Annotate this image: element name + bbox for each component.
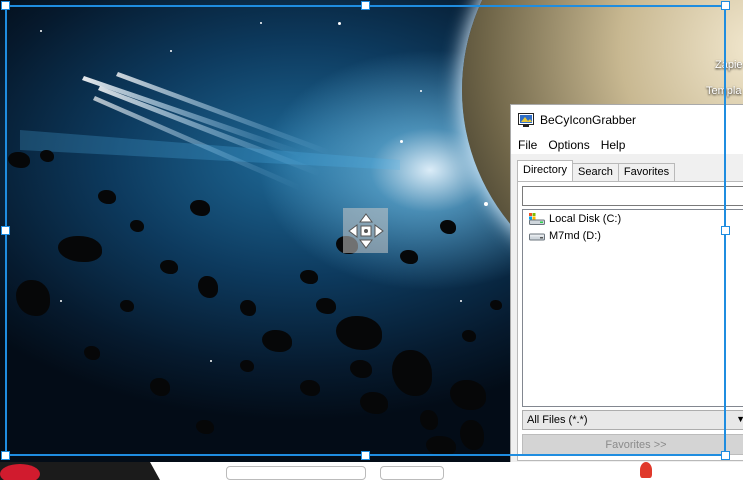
flame-icon[interactable]: [640, 462, 652, 478]
resize-handle-right[interactable]: [721, 226, 730, 235]
tab-directory[interactable]: Directory: [517, 160, 574, 181]
drive-icon: [529, 233, 545, 240]
resize-handle-top[interactable]: [361, 1, 370, 10]
tab-favorites[interactable]: Favorites: [617, 163, 676, 181]
tab-search[interactable]: Search: [572, 163, 619, 181]
resize-handle-top-left[interactable]: [1, 1, 10, 10]
move-arrows-icon: [347, 212, 384, 249]
resize-handle-bottom-right[interactable]: [721, 451, 730, 460]
becyicongrabber-window[interactable]: BeCyIconGrabber File Options Help Direct…: [510, 104, 743, 466]
file-type-filter[interactable]: All Files (*.*) ▼: [522, 410, 743, 430]
menu-bar: File Options Help: [511, 135, 743, 154]
move-handle[interactable]: [343, 208, 388, 253]
chevron-down-icon: ▼: [736, 414, 743, 424]
system-drive-icon: [529, 212, 545, 225]
taskbar: [0, 462, 743, 480]
tree-item-label: M7md (D:): [549, 229, 601, 242]
desktop-icon-label-line1: Zapie: [715, 59, 743, 71]
app-icon: [518, 113, 534, 127]
menu-options[interactable]: Options: [547, 138, 594, 152]
menu-help[interactable]: Help: [600, 138, 631, 152]
resize-handle-top-right[interactable]: [721, 1, 730, 10]
directory-panel: Local Disk (C:) M7md (D:) All Files (*.*…: [517, 181, 743, 461]
window-title: BeCyIconGrabber: [540, 113, 637, 127]
taskbar-field[interactable]: [226, 466, 366, 480]
tree-item-m7md-d[interactable]: M7md (D:): [523, 227, 743, 244]
record-button-icon[interactable]: [0, 464, 40, 480]
menu-file[interactable]: File: [517, 138, 542, 152]
desktop-icon-label-line2: Templa: [706, 85, 742, 97]
resize-handle-left[interactable]: [1, 226, 10, 235]
taskbar-field-small[interactable]: [380, 466, 444, 480]
resize-handle-bottom[interactable]: [361, 451, 370, 460]
desktop-icon-label[interactable]: Zapie Templa: [706, 46, 743, 111]
resize-handle-bottom-left[interactable]: [1, 451, 10, 460]
filter-value: All Files (*.*): [527, 414, 588, 426]
path-input[interactable]: [522, 186, 743, 206]
drive-tree[interactable]: Local Disk (C:) M7md (D:): [522, 209, 743, 407]
tab-strip: Directory Search Favorites: [517, 160, 676, 181]
tree-item-label: Local Disk (C:): [549, 212, 622, 225]
tree-item-local-disk-c[interactable]: Local Disk (C:): [523, 210, 743, 227]
title-bar[interactable]: BeCyIconGrabber: [511, 105, 743, 135]
favorites-button[interactable]: Favorites >>: [522, 434, 743, 455]
